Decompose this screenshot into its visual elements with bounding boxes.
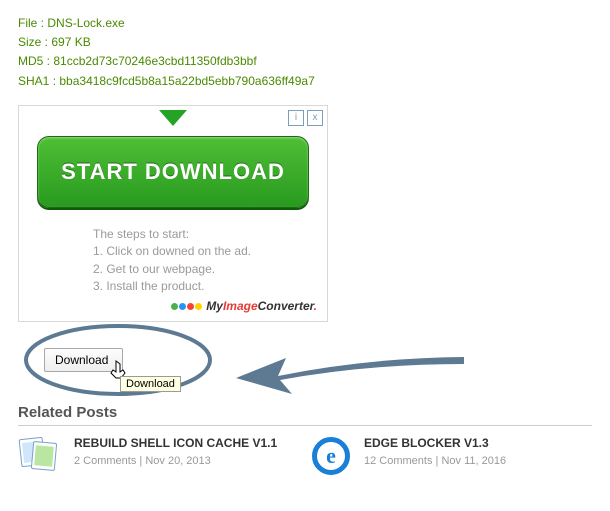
ad-steps-title: The steps to start: bbox=[93, 226, 323, 243]
down-arrow-icon bbox=[23, 110, 323, 132]
related-heading: Related Posts bbox=[18, 404, 592, 426]
ad-info-icon[interactable]: i bbox=[288, 110, 304, 126]
related-card-meta: 12 Comments | Nov 11, 2016 bbox=[364, 455, 506, 467]
related-posts: Related Posts REBUILD SHELL ICON CACHE V… bbox=[18, 404, 592, 476]
md5-label: MD5 bbox=[18, 54, 53, 68]
sha1-label: SHA1 bbox=[18, 74, 59, 88]
ad-steps: The steps to start: 1. Click on downed o… bbox=[23, 218, 323, 298]
related-card-meta: 2 Comments | Nov 20, 2013 bbox=[74, 455, 277, 467]
ad-brand[interactable]: MyImageConverter. bbox=[23, 297, 323, 317]
ad-close-icon[interactable]: x bbox=[307, 110, 323, 126]
sha1-value: bba3418c9fcd5b8a15a22bd5ebb790a636ff49a7 bbox=[59, 74, 314, 88]
file-label: File bbox=[18, 16, 47, 30]
download-row: Download Download bbox=[18, 328, 592, 404]
pointer-arrow-icon bbox=[236, 352, 466, 398]
related-card-title[interactable]: EDGE BLOCKER V1.3 bbox=[364, 436, 506, 450]
ad-block: i x START DOWNLOAD The steps to start: 1… bbox=[18, 105, 328, 323]
related-card-title[interactable]: REBUILD SHELL ICON CACHE V1.1 bbox=[74, 436, 277, 450]
brand-dots-icon bbox=[171, 299, 203, 313]
related-card: EDGE BLOCKER V1.3 12 Comments | Nov 11, … bbox=[308, 436, 578, 476]
ad-step-2: 2. Get to our webpage. bbox=[93, 261, 323, 278]
file-value: DNS-Lock.exe bbox=[47, 16, 124, 30]
download-tooltip: Download bbox=[120, 376, 181, 392]
download-button[interactable]: Download bbox=[44, 348, 123, 372]
size-value: 697 KB bbox=[51, 35, 90, 49]
edge-icon-thumb bbox=[308, 436, 354, 476]
ad-step-1: 1. Click on downed on the ad. bbox=[93, 243, 323, 260]
file-info-block: FileDNS-Lock.exe Size697 KB MD581ccb2d73… bbox=[18, 14, 592, 91]
size-label: Size bbox=[18, 35, 51, 49]
ad-start-download-button[interactable]: START DOWNLOAD bbox=[37, 136, 309, 208]
rebuild-icon-thumb bbox=[18, 436, 64, 476]
related-card: REBUILD SHELL ICON CACHE V1.1 2 Comments… bbox=[18, 436, 288, 476]
md5-value: 81ccb2d73c70246e3cbd11350fdb3bbf bbox=[53, 54, 256, 68]
ad-step-3: 3. Install the product. bbox=[93, 278, 323, 295]
